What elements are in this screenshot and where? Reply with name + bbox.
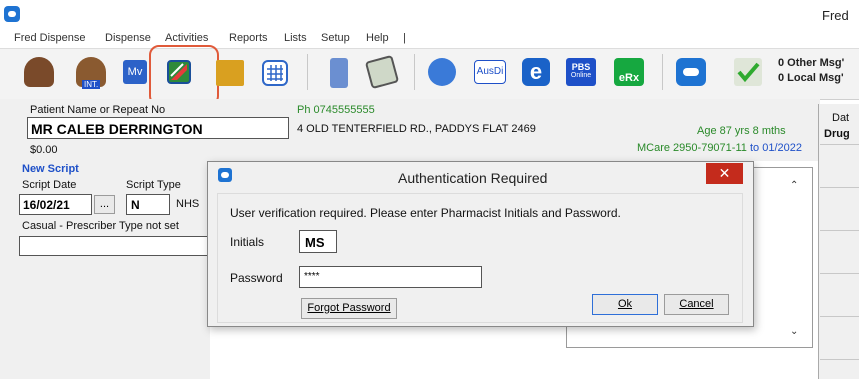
right-column-panel <box>818 104 859 379</box>
highlight-box <box>149 45 219 106</box>
right-column-drug: Drug <box>824 128 850 140</box>
other-messages-count[interactable]: 0 Other Msg' <box>778 57 844 69</box>
menu-help[interactable]: Help <box>366 32 389 44</box>
erx-icon[interactable]: eRx <box>614 58 644 86</box>
menu-reports[interactable]: Reports <box>229 32 268 44</box>
patient-phone: Ph 0745555555 <box>297 104 375 116</box>
title-bar <box>0 0 859 30</box>
calculator-icon[interactable] <box>330 58 348 88</box>
initials-field[interactable]: MS <box>299 230 337 253</box>
scroll-up-icon[interactable]: ⌃ <box>790 180 802 192</box>
patient-balance: $0.00 <box>30 144 58 156</box>
calendar-grid-icon[interactable] <box>262 60 288 86</box>
script-type-field[interactable]: N <box>126 194 170 215</box>
globe-network-icon[interactable] <box>428 58 456 86</box>
patient-medicare-expiry: to 01/2022 <box>750 142 802 154</box>
new-script-heading: New Script <box>22 163 79 175</box>
cancel-button[interactable]: Cancel <box>664 294 729 315</box>
script-date-label: Script Date <box>22 179 77 191</box>
app-logo-icon <box>4 6 20 22</box>
ok-button[interactable]: Ok <box>592 294 658 315</box>
script-date-field[interactable]: 16/02/21 <box>19 194 92 215</box>
menu-lists[interactable]: Lists <box>284 32 307 44</box>
package-box-icon[interactable] <box>216 60 244 86</box>
grid-line <box>820 230 859 231</box>
mv-icon[interactable]: Mv <box>123 60 147 84</box>
dialog-app-icon <box>218 168 232 182</box>
toolbar-separator <box>307 54 308 90</box>
close-icon[interactable]: ✕ <box>706 163 743 184</box>
right-column-header: Dat <box>832 112 850 124</box>
menu-activities[interactable]: Activities <box>165 32 208 44</box>
patient-medicare: MCare 2950-79071-11 <box>637 142 747 154</box>
date-picker-button[interactable]: ... <box>94 195 115 214</box>
menu-dispense[interactable]: Dispense <box>105 32 151 44</box>
patient-name-field[interactable]: MR CALEB DERRINGTON <box>27 117 289 139</box>
scroll-down-icon[interactable]: ⌄ <box>790 326 802 338</box>
e-browser-icon[interactable]: e <box>522 58 550 86</box>
int-badge: INT. <box>82 80 101 89</box>
grid-line <box>820 359 859 360</box>
toolbar-separator-3 <box>662 54 663 90</box>
initials-label: Initials <box>230 235 265 249</box>
grid-line <box>820 187 859 188</box>
password-field[interactable]: **** <box>299 266 482 288</box>
ausdi-icon[interactable]: AusDi <box>474 60 506 84</box>
menu-fred-dispense[interactable]: Fred Dispense <box>14 32 86 44</box>
dispense-pestle-icon[interactable] <box>24 57 54 87</box>
grid-line <box>820 316 859 317</box>
capsule-icon[interactable] <box>676 58 706 86</box>
script-type-description: NHS <box>176 198 200 210</box>
grid-line <box>820 273 859 274</box>
dialog-title: Authentication Required <box>398 170 548 186</box>
password-label: Password <box>230 271 283 285</box>
checkmark-approve-icon[interactable] <box>734 58 762 86</box>
patient-name-label: Patient Name or Repeat No <box>30 104 166 116</box>
local-messages-count[interactable]: 0 Local Msg' <box>778 72 844 84</box>
menu-setup[interactable]: Setup <box>321 32 350 44</box>
prescriber-field[interactable] <box>19 236 209 256</box>
verification-message: User verification required. Please enter… <box>230 206 621 220</box>
patient-age: Age 87 yrs 8 mths <box>697 125 786 137</box>
grid-line <box>820 144 859 145</box>
prescriber-type-label: Casual - Prescriber Type not set <box>22 220 179 232</box>
script-type-label: Script Type <box>126 179 181 191</box>
menu-separator: | <box>403 32 406 44</box>
toolbar-separator-2 <box>414 54 415 90</box>
patient-address: 4 OLD TENTERFIELD RD., PADDYS FLAT 2469 <box>297 123 536 135</box>
forgot-password-button[interactable]: Forgot Password <box>301 298 397 319</box>
pbs-online-icon[interactable]: PBS Online <box>566 58 596 86</box>
window-title: Fred <box>822 8 849 23</box>
